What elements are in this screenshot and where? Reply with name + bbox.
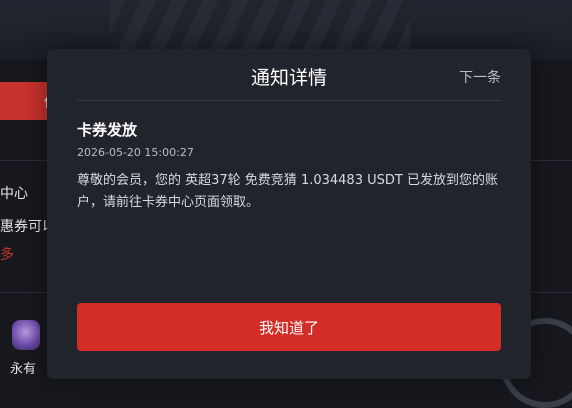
notice-timestamp: 2026-05-20 15:00:27 (77, 146, 194, 159)
next-notice-link[interactable]: 下一条 (459, 67, 501, 87)
background-text-more: 多 (0, 247, 14, 263)
background-text-center: 中心 (0, 186, 28, 202)
notice-body: 尊敬的会员，您的 英超37轮 免费竞猜 1.034483 USDT 已发放到您的… (77, 173, 498, 210)
avatar (12, 320, 40, 350)
confirm-button[interactable]: 我知道了 (77, 303, 501, 351)
banner-artwork (110, 0, 410, 55)
notice-title: 卡券发放 (77, 121, 138, 139)
modal-divider (77, 100, 501, 101)
notification-detail-modal: 通知详情 下一条 卡券发放 2026-05-20 15:00:27 尊敬的会员，… (47, 49, 531, 379)
